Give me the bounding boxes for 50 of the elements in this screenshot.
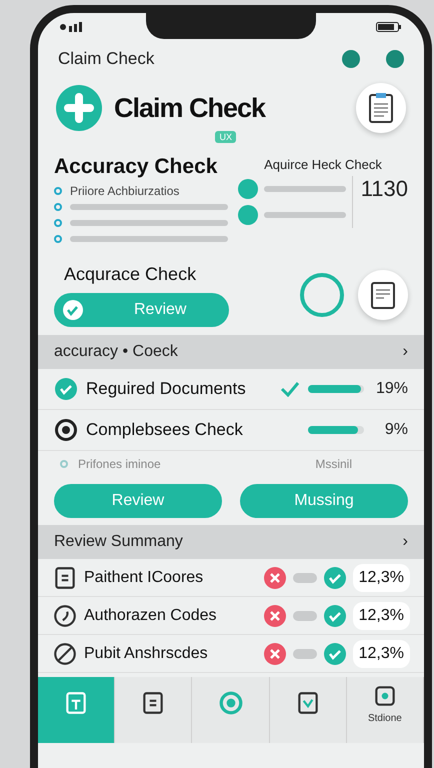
ring-icon[interactable] (300, 273, 344, 317)
section-header[interactable]: Review Summany › (38, 525, 424, 559)
section-header[interactable]: accuracy • Coeck › (38, 335, 424, 369)
app-title: Claim Check (58, 49, 156, 69)
note-status: Mssinil (315, 457, 352, 471)
phone-icon (52, 602, 78, 628)
check-circle-icon (62, 298, 84, 320)
summary-label: Paithent ICoores (84, 568, 204, 586)
bullet-icon (54, 186, 62, 194)
toggle-pill[interactable] (292, 648, 317, 658)
check-circle-icon (322, 566, 347, 590)
section-title: Acqurace Check (63, 264, 198, 284)
radio-icon (54, 418, 78, 442)
cross-icon (262, 566, 287, 590)
tag-label: UX (215, 131, 236, 143)
percent-chip: 12,3% (352, 564, 410, 592)
plus-logo-icon (56, 85, 102, 131)
cross-icon (262, 604, 287, 628)
summary-label: Pubit Anshrscdes (84, 644, 209, 662)
toggle-pill[interactable] (292, 610, 317, 620)
clipboard-icon[interactable] (358, 270, 408, 320)
clipboard-icon[interactable] (356, 83, 406, 133)
percent-chip: 12,3% (352, 602, 410, 630)
ring-icon (218, 690, 244, 716)
battery-icon (376, 22, 402, 32)
check-circle-icon (322, 604, 347, 628)
progress-reading: 9% (384, 421, 408, 439)
section-title: Accuracy Check (54, 155, 218, 179)
summary-label: Authorazen Codes (84, 606, 218, 624)
check-circle-icon (322, 642, 347, 666)
check-circle-icon (54, 377, 78, 401)
tab[interactable]: Stdione (346, 677, 424, 743)
list-item: Priiore Achbiurzatios (70, 184, 180, 198)
percent-chip: 12,3% (352, 640, 410, 668)
check-label: Reguired Documents (86, 379, 247, 399)
bullet-icon (54, 234, 62, 242)
bullet-icon (60, 460, 68, 468)
cross-icon (262, 642, 287, 666)
tab[interactable] (270, 677, 347, 743)
bullet-icon (54, 202, 62, 210)
card-title: Aquirce Heck Check (263, 157, 383, 172)
toggle-pill[interactable] (292, 572, 317, 582)
progress-reading: 19% (374, 380, 408, 398)
check-label: Complebsees Check (86, 420, 244, 440)
slash-circle-icon (52, 640, 78, 666)
summary-value: 1130 (352, 176, 408, 228)
note-label: Prifones iminoe (78, 457, 162, 471)
tab[interactable] (115, 677, 192, 743)
brand-title: Claim Check (114, 92, 267, 124)
bullet-icon (54, 218, 62, 226)
